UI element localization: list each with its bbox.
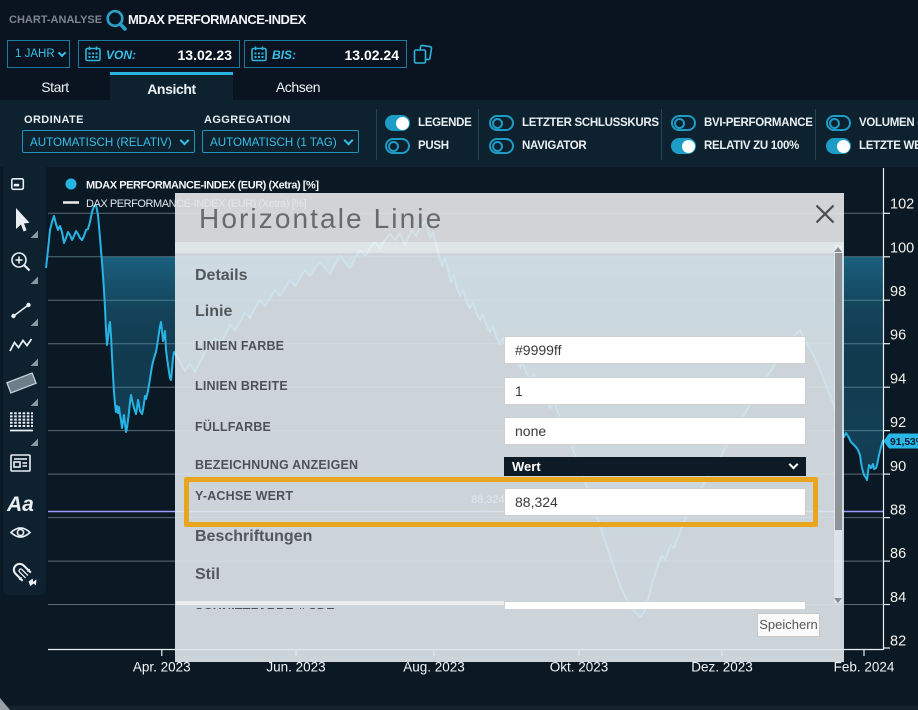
svg-text:100: 100 — [890, 240, 914, 256]
svg-text:84: 84 — [890, 590, 906, 606]
svg-text:91,53%: 91,53% — [890, 437, 918, 448]
svg-text:86: 86 — [890, 546, 906, 562]
svg-text:94: 94 — [890, 371, 906, 387]
svg-text:82: 82 — [890, 634, 906, 650]
svg-text:92: 92 — [890, 415, 906, 431]
svg-text:98: 98 — [890, 284, 906, 300]
svg-text:90: 90 — [890, 459, 906, 475]
svg-text:88: 88 — [890, 503, 906, 519]
svg-text:Aa: Aa — [6, 493, 34, 516]
svg-text:MDAX PERFORMANCE-INDEX (EUR) (: MDAX PERFORMANCE-INDEX (EUR) (Xetra) [%] — [86, 180, 319, 192]
svg-text:96: 96 — [890, 328, 906, 344]
svg-text:102: 102 — [890, 197, 914, 213]
